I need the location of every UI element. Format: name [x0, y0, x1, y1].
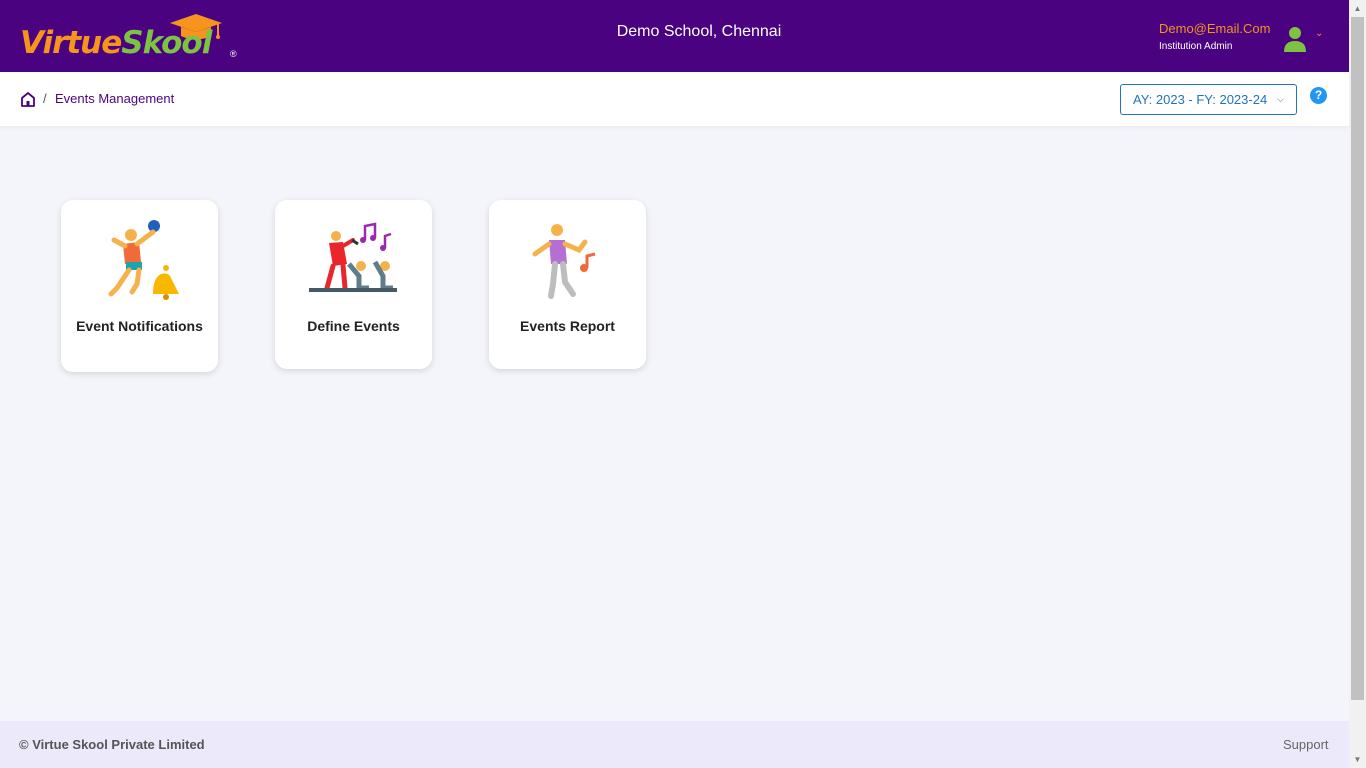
chevron-down-icon[interactable]: ⌄	[1315, 29, 1323, 39]
card-label: Define Events	[307, 318, 400, 334]
dancer-music-icon	[532, 224, 596, 299]
user-avatar-icon[interactable]	[1283, 25, 1307, 53]
chevron-down-icon: ⌵	[1277, 94, 1284, 104]
breadcrumb-bar: / Events Management AY: 2023 - FY: 2023-…	[0, 72, 1349, 126]
help-button[interactable]: ?	[1310, 87, 1327, 104]
registered-mark: ®	[230, 49, 237, 59]
concert-singer-icon	[309, 222, 397, 292]
breadcrumb-separator: /	[43, 91, 47, 106]
scroll-up-arrow-icon[interactable]: ▲	[1349, 0, 1366, 17]
academic-year-value: AY: 2023 - FY: 2023-24	[1133, 92, 1268, 107]
scrollbar-thumb[interactable]	[1351, 17, 1364, 700]
page-scrollbar[interactable]: ▲ ▼	[1349, 0, 1366, 768]
card-label: Events Report	[520, 318, 615, 334]
user-role: Institution Admin	[1159, 41, 1233, 52]
scroll-down-arrow-icon[interactable]: ▼	[1349, 751, 1366, 768]
card-define-events[interactable]: Define Events	[275, 200, 432, 369]
card-label: Event Notifications	[76, 318, 203, 334]
user-email[interactable]: Demo@Email.Com	[1159, 21, 1270, 37]
card-event-notifications[interactable]: Event Notifications	[61, 200, 218, 372]
footer: © Virtue Skool Private Limited Support	[0, 721, 1349, 768]
top-header: VirtueSkool ® Demo School, Chennai Demo@…	[0, 0, 1349, 72]
card-events-report[interactable]: Events Report	[489, 200, 646, 369]
academic-year-select[interactable]: AY: 2023 - FY: 2023-24 ⌵	[1120, 84, 1297, 115]
support-link[interactable]: Support	[1283, 737, 1329, 753]
home-icon[interactable]	[20, 91, 36, 108]
breadcrumb-current: Events Management	[55, 91, 175, 106]
volleyball-bell-icon	[108, 220, 179, 300]
copyright-text: © Virtue Skool Private Limited	[19, 737, 205, 752]
